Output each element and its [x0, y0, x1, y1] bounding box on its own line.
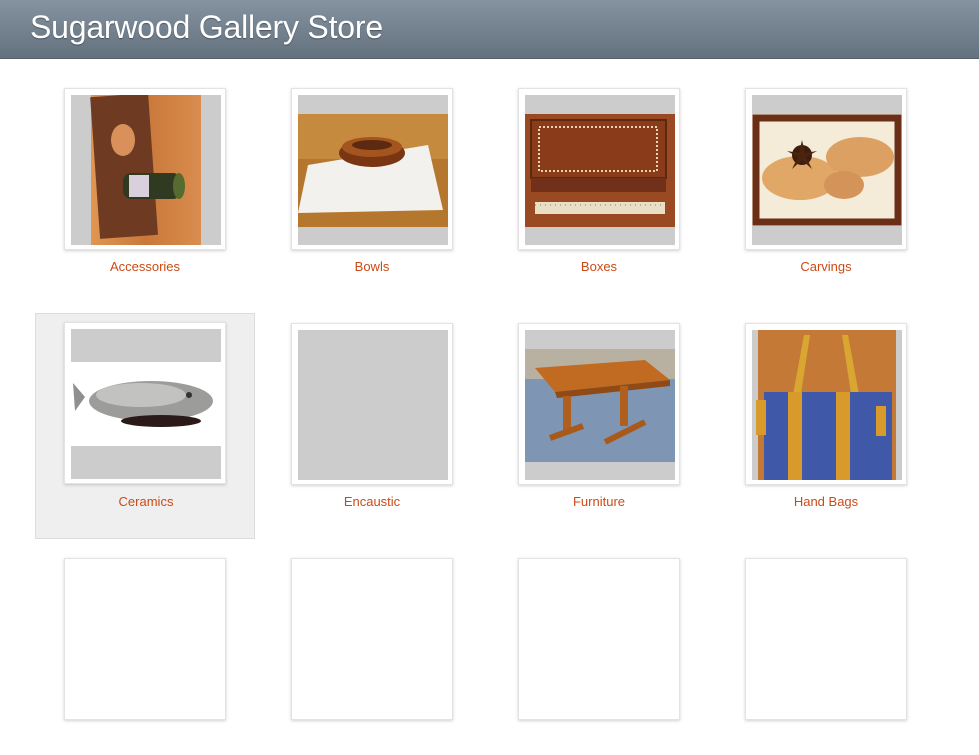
category-link[interactable]: Bowls	[262, 259, 482, 274]
boxes-image	[525, 95, 675, 245]
store-header: Sugarwood Gallery Store	[0, 0, 979, 59]
category-tile-furniture[interactable]: Furniture	[489, 294, 709, 520]
store-title: Sugarwood Gallery Store	[30, 9, 383, 45]
category-link[interactable]: Accessories	[35, 259, 255, 274]
carvings-image	[752, 95, 902, 245]
category-thumbnail[interactable]	[745, 323, 907, 485]
category-tile-bowls[interactable]: Bowls	[262, 59, 482, 285]
ceramics-image	[71, 329, 221, 479]
category-thumbnail[interactable]	[64, 558, 226, 720]
category-thumbnail[interactable]	[291, 558, 453, 720]
category-thumbnail[interactable]	[291, 323, 453, 485]
category-link[interactable]: Encaustic	[262, 494, 482, 509]
hand-bags-image	[752, 330, 902, 480]
category-thumbnail[interactable]	[64, 322, 226, 484]
category-thumbnail[interactable]	[518, 323, 680, 485]
category-tile-ceramics[interactable]: Ceramics	[35, 313, 255, 539]
category-thumbnail[interactable]	[64, 88, 226, 250]
category-thumbnail[interactable]	[518, 558, 680, 720]
category-link[interactable]: Ceramics	[36, 494, 256, 509]
category-thumbnail[interactable]	[291, 88, 453, 250]
category-tile-carvings[interactable]: Carvings	[716, 59, 936, 285]
category-thumbnail[interactable]	[745, 558, 907, 720]
furniture-image	[525, 330, 675, 480]
category-link[interactable]: Furniture	[489, 494, 709, 509]
category-link[interactable]: Carvings	[716, 259, 936, 274]
accessories-image	[71, 95, 221, 245]
image-placeholder	[298, 330, 448, 480]
category-tile-boxes[interactable]: Boxes	[489, 59, 709, 285]
category-tile-encaustic[interactable]: Encaustic	[262, 294, 482, 520]
bowls-image	[298, 95, 448, 245]
category-link[interactable]: Hand Bags	[716, 494, 936, 509]
category-link[interactable]: Boxes	[489, 259, 709, 274]
category-thumbnail[interactable]	[518, 88, 680, 250]
category-tile-hand-bags[interactable]: Hand Bags	[716, 294, 936, 520]
category-tile-accessories[interactable]: Accessories	[35, 59, 255, 285]
category-thumbnail[interactable]	[745, 88, 907, 250]
